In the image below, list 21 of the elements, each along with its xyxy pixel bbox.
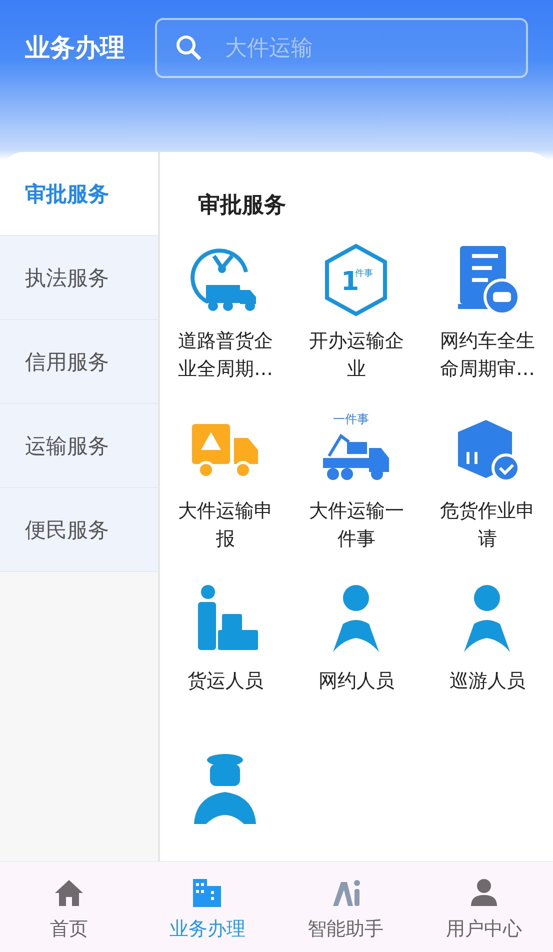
service-label[interactable]: 大件运输申报: [176, 497, 274, 553]
service-label[interactable]: 大件运输一件事: [308, 497, 406, 553]
service-label[interactable]: 网约车全生命周期审…: [438, 327, 536, 383]
search-icon: [175, 34, 203, 62]
service-label[interactable]: 巡游人员: [438, 667, 536, 695]
sidebar-item[interactable]: 运输服务: [0, 404, 158, 488]
service-label[interactable]: 开办运输企业: [308, 327, 406, 383]
sidebar-item[interactable]: 审批服务: [0, 152, 158, 236]
sidebar-item[interactable]: 执法服务: [0, 236, 158, 320]
service-label[interactable]: 危货作业申请: [438, 497, 536, 553]
service-label[interactable]: 网约人员: [308, 667, 406, 695]
page-title: 业务办理: [25, 32, 125, 64]
sidebar-item[interactable]: 信用服务: [0, 320, 158, 404]
service-label[interactable]: 货运人员: [176, 667, 274, 695]
search-field[interactable]: 大件运输: [155, 18, 528, 78]
sidebar-item[interactable]: 便民服务: [0, 488, 158, 572]
tab-item[interactable]: 用户中心: [414, 862, 553, 952]
service-label[interactable]: 道路普货企业全周期…: [176, 327, 274, 383]
tab-item[interactable]: 智能助手: [276, 862, 415, 952]
tab-item[interactable]: 首页: [0, 862, 138, 952]
section-title: 审批服务: [197, 192, 287, 220]
